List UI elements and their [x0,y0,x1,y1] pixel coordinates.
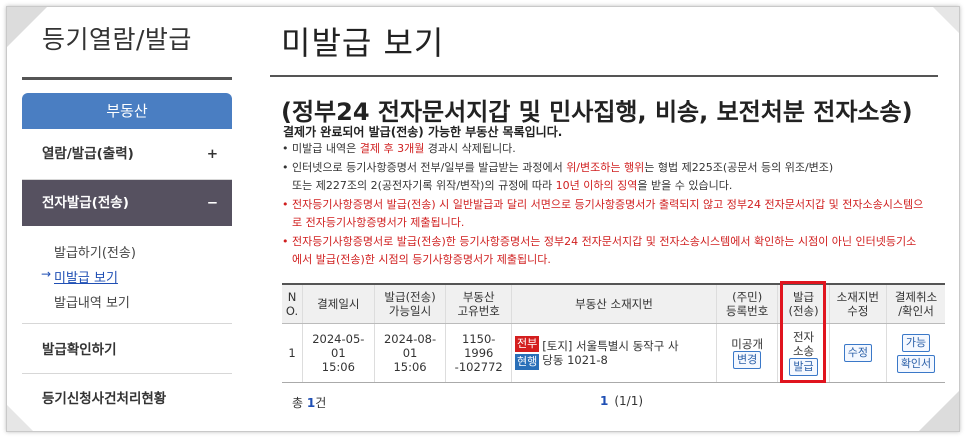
cell-location: 전부 현행 [토지] 서울특별시 동작구 사 당동 1021-8 [511,323,717,383]
arrow-right-icon: → [41,267,52,281]
col-registration-number: (주민) 등록번호 [715,283,778,324]
submenu-issue-transmit[interactable]: 발급하기(전송) [54,242,136,261]
table-row: 1 2024-05-01 15:06 2024-08-01 15:06 1150-1… [282,323,945,383]
submenu-issue-history[interactable]: 발급내역 보기 [54,292,130,311]
col-no: N O. [282,283,303,324]
highlight-box [780,281,826,383]
page-curl-decoration [7,7,47,47]
notice-item: • 전자등기사항증명서 발급(전송) 시 일반발급과 달리 서면으로 등기사항증명… [282,197,924,211]
page-curl-decoration [919,391,959,431]
sidebar-category-realestate[interactable]: 부동산 [22,93,232,129]
notice-list: • 미발급 내역은 결제 후 3개월 경과시 삭제됩니다. • 인터넷으로 등기사항… [282,140,952,270]
sidebar-item-verify[interactable]: 발급확인하기 [22,324,232,374]
cell-registration-number: 미공개 변경 [715,323,778,383]
section-heading: (정부24 전자문서지갑 및 민사집행, 비송, 보전처분 전자소송) [281,98,913,126]
section-subtitle: 결제가 완료되어 발급(전송) 가능한 부동산 목록입니다. [283,125,563,139]
cell-paid-date: 2024-05-01 15:06 [301,323,375,383]
sidebar-item-view-issue[interactable]: 열람/발급(출력) + [22,130,232,180]
col-location: 부동산 소재지번 [511,283,717,324]
sidebar-item-label: 열람/발급(출력) [42,146,134,162]
sidebar-title: 등기열람/발급 [42,25,192,54]
registration-status: 미공개 [731,337,764,351]
cancel-available-button[interactable]: 가능 [901,333,931,352]
badge-current: 현행 [515,354,540,370]
cell-no: 1 [282,323,303,383]
cell-cancel: 가능 확인서 [886,323,945,383]
title-divider [270,75,938,77]
submenu-unissued-view[interactable]: → 미발급 보기 [41,267,118,286]
confirmation-button[interactable]: 확인서 [896,354,936,373]
badge-full: 전부 [515,336,540,352]
submenu-label: 미발급 보기 [54,271,118,286]
notice-item-continued: 또는 제227조의 2(공전자기록 위작/변작)의 규정에 따라 10년 이하의… [292,179,733,192]
notice-item: • 미발급 내역은 결제 후 3개월 경과시 삭제됩니다. [282,142,516,155]
notice-item-continued: 에서 발급(전송)한 시점의 등기사항증명서가 제출됩니다. [292,253,551,266]
cell-available-date: 2024-08-01 15:06 [373,323,446,383]
cell-edit-location: 수정 [828,323,887,383]
change-button[interactable]: 변경 [733,351,762,369]
page-current[interactable]: 1 [600,394,608,408]
edit-button[interactable]: 수정 [843,344,872,362]
notice-item: • 전자등기사항증명서로 발급(전송)한 등기사항증명서는 정부24 전자문서지갑… [282,234,917,248]
sidebar-item-e-issue[interactable]: 전자발급(전송) − [22,180,232,226]
unissued-table: N O. 결제일시 발급(전송) 가능일시 부동산 고유번호 부동산 소재지번 (주민… [282,283,945,383]
sidebar-item-label: 전자발급(전송) [42,195,129,211]
col-available-date: 발급(전송) 가능일시 [373,283,446,324]
sidebar-item-case-status[interactable]: 등기신청사건처리현황 [22,374,232,422]
pagination: 1 (1/1) [600,394,644,408]
col-cancel: 결제취소/확인서 [886,283,945,324]
address-text: [토지] 서울특별시 동작구 사 당동 1021-8 [542,339,679,367]
page-title: 미발급 보기 [281,24,445,62]
col-unique-number: 부동산 고유번호 [445,283,512,324]
notice-item-continued: 로 전자등기사항증명서가 제출됩니다. [292,216,465,229]
sidebar-divider [22,77,232,80]
page-curl-decoration [933,7,959,33]
total-count: 총 1건 [292,396,327,410]
cell-unique-number: 1150-1996 -102772 [445,323,512,383]
sidebar-submenu: 발급하기(전송) → 미발급 보기 발급내역 보기 [22,226,232,324]
col-edit-location: 소재지번 수정 [828,283,887,324]
table-header-row: N O. 결제일시 발급(전송) 가능일시 부동산 고유번호 부동산 소재지번 (주민… [282,283,945,324]
collapse-icon: − [206,195,218,211]
notice-item: • 인터넷으로 등기사항증명서 전부/일부를 발급받는 과정에서 위/변조하는 행… [282,160,834,174]
expand-icon: + [206,146,218,162]
col-paid-date: 결제일시 [301,283,375,324]
